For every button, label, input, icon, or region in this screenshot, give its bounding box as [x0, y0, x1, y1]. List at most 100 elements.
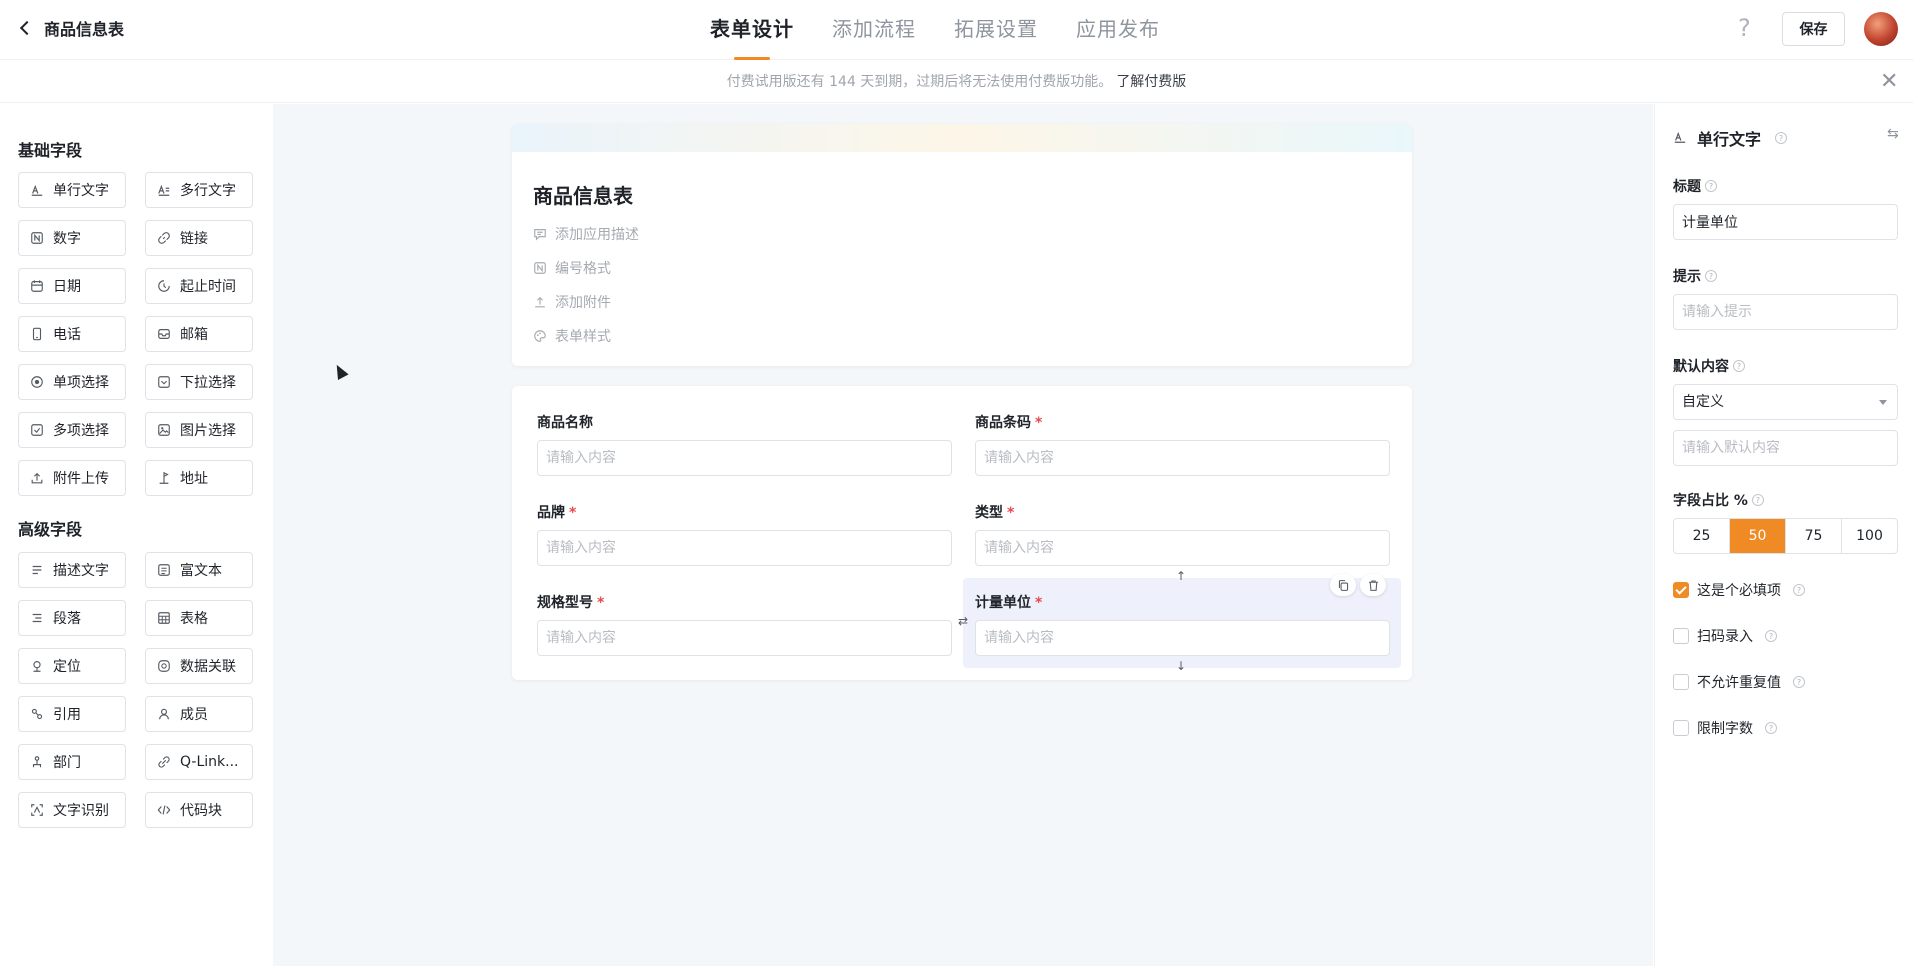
- field-qlink[interactable]: Q-Link...: [145, 744, 253, 780]
- add-description-option[interactable]: 添加应用描述: [533, 224, 639, 244]
- field-email[interactable]: 邮箱: [145, 316, 253, 352]
- field-rich-text[interactable]: 富文本: [145, 552, 253, 588]
- learn-paid-link[interactable]: 了解付费版: [1116, 74, 1186, 90]
- rich-text-icon: [156, 562, 172, 578]
- swap-position-icon[interactable]: ⇄: [954, 612, 972, 630]
- form-header-card[interactable]: 商品信息表 添加应用描述 编号格式 添加附件 表单样式: [512, 124, 1412, 366]
- field-link[interactable]: 链接: [145, 220, 253, 256]
- spec-model-input[interactable]: [537, 620, 952, 656]
- field-label-type: 类型 *: [975, 505, 1015, 521]
- field-member[interactable]: 成员: [145, 696, 253, 732]
- title-input[interactable]: [1673, 204, 1898, 240]
- type-input[interactable]: [975, 530, 1390, 566]
- tab-app-publish[interactable]: 应用发布: [1076, 0, 1160, 60]
- help-circle-icon: ?: [1765, 630, 1777, 642]
- limit-length-checkbox[interactable]: 限制字数?: [1673, 718, 1777, 738]
- top-header: 商品信息表 表单设计 添加流程 拓展设置 应用发布 ? 保存: [0, 0, 1913, 60]
- field-department[interactable]: 部门: [18, 744, 126, 780]
- save-button[interactable]: 保存: [1782, 12, 1845, 46]
- move-down-icon[interactable]: ↓: [1172, 657, 1190, 675]
- required-mark: *: [569, 505, 577, 521]
- number-format-icon: [533, 261, 547, 275]
- field-attachment-upload[interactable]: 附件上传: [18, 460, 126, 496]
- required-mark: *: [597, 595, 605, 611]
- copy-icon[interactable]: [1330, 574, 1356, 596]
- advanced-fields-title: 高级字段: [18, 520, 83, 539]
- default-content-input[interactable]: [1673, 430, 1898, 466]
- field-ocr[interactable]: 文字识别: [18, 792, 126, 828]
- product-barcode-input[interactable]: [975, 440, 1390, 476]
- field-type-header: 单行文字?: [1673, 126, 1788, 150]
- field-paragraph[interactable]: 段落: [18, 600, 126, 636]
- app-title: 商品信息表: [44, 20, 125, 39]
- product-name-input[interactable]: [537, 440, 952, 476]
- field-label-product-barcode: 商品条码 *: [975, 415, 1043, 431]
- field-address[interactable]: 地址: [145, 460, 253, 496]
- ratio-option-100[interactable]: 100: [1842, 519, 1897, 553]
- form-name[interactable]: 商品信息表: [533, 180, 633, 209]
- field-time-range[interactable]: 起止时间: [145, 268, 253, 304]
- required-mark: *: [1035, 415, 1043, 431]
- help-circle-icon: ?: [1705, 270, 1717, 282]
- field-code-block[interactable]: 代码块: [145, 792, 253, 828]
- form-style-option[interactable]: 表单样式: [533, 326, 611, 346]
- field-phone[interactable]: 电话: [18, 316, 126, 352]
- member-icon: [156, 706, 172, 722]
- field-data-link[interactable]: 数据关联: [145, 648, 253, 684]
- link-icon: [156, 230, 172, 246]
- field-table[interactable]: 表格: [145, 600, 253, 636]
- back-button[interactable]: 商品信息表: [16, 16, 124, 40]
- field-dropdown[interactable]: 下拉选择: [145, 364, 253, 400]
- field-single-choice[interactable]: 单项选择: [18, 364, 126, 400]
- hint-input[interactable]: [1673, 294, 1898, 330]
- number-format-option[interactable]: 编号格式: [533, 258, 611, 278]
- help-circle-icon: ?: [1765, 722, 1777, 734]
- close-icon[interactable]: ✕: [1880, 61, 1898, 103]
- checkbox-checked-icon: [1673, 582, 1689, 598]
- field-image-choice[interactable]: 图片选择: [145, 412, 253, 448]
- chevron-left-icon: [19, 20, 35, 36]
- scan-input-checkbox[interactable]: 扫码录入?: [1673, 626, 1777, 646]
- field-date[interactable]: 日期: [18, 268, 126, 304]
- description-icon: [29, 562, 45, 578]
- help-circle-icon: ?: [1733, 360, 1745, 372]
- upload-icon: [29, 470, 45, 486]
- field-description-text[interactable]: 描述文字: [18, 552, 126, 588]
- help-icon[interactable]: ?: [1738, 14, 1751, 42]
- palette-icon: [533, 329, 547, 343]
- default-mode-select[interactable]: 自定义: [1673, 384, 1898, 420]
- field-number[interactable]: 数字: [18, 220, 126, 256]
- field-label-product-name: 商品名称: [537, 415, 593, 431]
- move-up-icon[interactable]: ↑: [1172, 567, 1190, 585]
- tab-add-workflow[interactable]: 添加流程: [832, 0, 916, 60]
- add-attachment-option[interactable]: 添加附件: [533, 292, 611, 312]
- field-reference[interactable]: 引用: [18, 696, 126, 732]
- brand-input[interactable]: [537, 530, 952, 566]
- avatar[interactable]: [1864, 12, 1898, 46]
- tab-extension-settings[interactable]: 拓展设置: [954, 0, 1038, 60]
- radio-icon: [29, 374, 45, 390]
- multiline-text-icon: [156, 182, 172, 198]
- checkbox-icon: [1673, 674, 1689, 690]
- field-location[interactable]: 定位: [18, 648, 126, 684]
- switch-field-type-icon[interactable]: ⇆: [1887, 126, 1899, 142]
- ratio-option-25[interactable]: 25: [1674, 519, 1730, 553]
- field-multi-line-text[interactable]: 多行文字: [145, 172, 253, 208]
- calendar-icon: [29, 278, 45, 294]
- no-duplicate-checkbox[interactable]: 不允许重复值?: [1673, 672, 1805, 692]
- delete-icon[interactable]: [1360, 574, 1386, 596]
- measure-unit-input[interactable]: [975, 620, 1390, 656]
- field-palette: 基础字段 单行文字 多行文字 数字 链接 日期 起止时间 电话 邮箱 单项选择 …: [0, 104, 272, 966]
- header-gradient-banner: [512, 124, 1412, 152]
- field-single-line-text[interactable]: 单行文字: [18, 172, 126, 208]
- ratio-option-75[interactable]: 75: [1786, 519, 1842, 553]
- tab-form-design[interactable]: 表单设计: [710, 0, 794, 60]
- location-icon: [29, 658, 45, 674]
- default-content-label: 默认内容?: [1673, 356, 1745, 376]
- required-checkbox[interactable]: 这是个必填项?: [1673, 580, 1805, 600]
- code-icon: [156, 802, 172, 818]
- field-multi-choice[interactable]: 多项选择: [18, 412, 126, 448]
- ratio-option-50[interactable]: 50: [1730, 519, 1786, 553]
- basic-fields-title: 基础字段: [18, 141, 83, 160]
- help-circle-icon: ?: [1775, 132, 1788, 144]
